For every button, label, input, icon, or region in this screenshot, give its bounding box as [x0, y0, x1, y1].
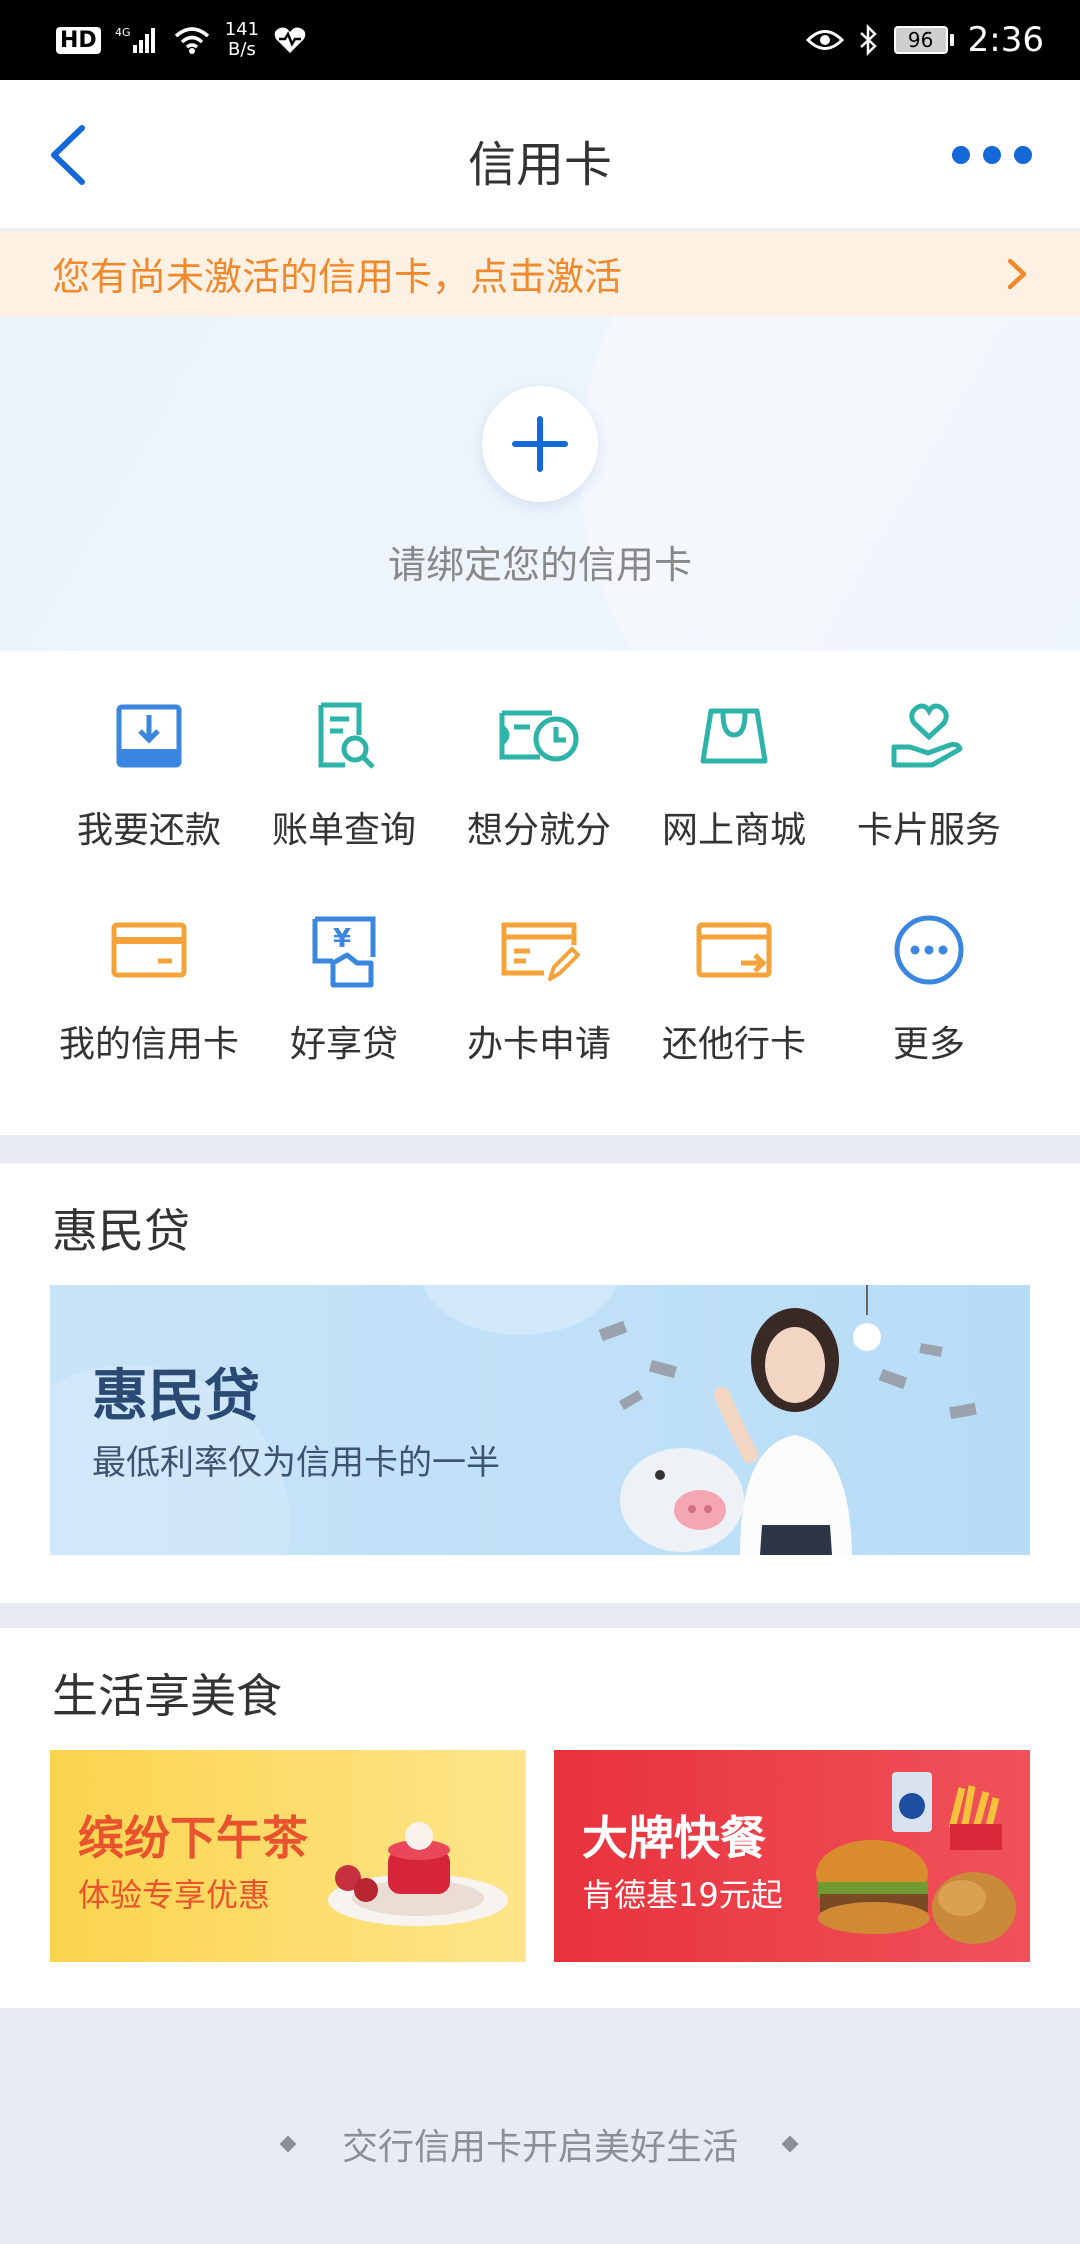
menu-item-apply-card[interactable]: 办卡申请	[441, 905, 637, 1067]
food-card-fast-food[interactable]: 大牌快餐 肯德基19元起	[554, 1750, 1030, 1962]
wifi-icon	[174, 27, 209, 54]
page-title: 信用卡	[467, 137, 612, 193]
footer-slogan: 交行信用卡开启美好生活	[341, 2127, 738, 2168]
signal-icon: 4G	[115, 26, 155, 53]
menu-item-installment[interactable]: 想分就分	[441, 691, 637, 853]
hd-indicator: HD	[56, 26, 101, 54]
menu-item-other-bank[interactable]: 还他行卡	[636, 905, 832, 1067]
clock: 2:36	[967, 20, 1044, 60]
loan-banner[interactable]: 惠民贷 最低利率仅为信用卡的一半	[50, 1285, 1030, 1555]
section-title: 生活享美食	[52, 1669, 282, 1723]
food-section: 生活享美食 缤纷下午茶 体验专享优惠 大牌快餐 肯德基19元起	[0, 1628, 1080, 2008]
dessert-illustration	[328, 1822, 508, 1926]
nav-header: 信用卡	[0, 80, 1080, 230]
menu-item-my-card[interactable]: 我的信用卡	[51, 905, 247, 1067]
eye-comfort-icon	[805, 30, 844, 50]
service-menu: 我要还款 账单查询 想分就分 网上商城 卡片服务 我的信用卡 ¥ 好享贷 办卡申…	[0, 651, 1080, 1135]
bind-card-area: 请绑定您的信用卡	[0, 316, 1080, 651]
repay-icon	[116, 704, 182, 768]
my-card-icon	[111, 922, 187, 978]
battery-icon: 96	[893, 26, 954, 54]
network-speed: 141 B/s	[224, 19, 260, 60]
menu-label: 卡片服务	[856, 810, 1001, 851]
food-card-subtitle: 肯德基19元起	[582, 1876, 783, 1914]
bluetooth-icon	[859, 24, 877, 56]
activation-notice[interactable]: 您有尚未激活的信用卡，点击激活	[0, 231, 1080, 316]
other-bank-card-icon	[696, 922, 772, 978]
food-card-title: 大牌快餐	[582, 1811, 766, 1865]
food-card-row: 缤纷下午茶 体验专享优惠 大牌快餐 肯德基19元起	[50, 1750, 1030, 1962]
menu-item-card-service[interactable]: 卡片服务	[831, 691, 1027, 853]
menu-label: 还他行卡	[661, 1024, 806, 1065]
menu-item-mall[interactable]: 网上商城	[636, 691, 832, 853]
menu-label: 账单查询	[271, 810, 416, 851]
shopping-bag-icon	[700, 708, 768, 764]
svg-text:¥: ¥	[333, 924, 351, 954]
menu-label: 网上商城	[661, 810, 806, 851]
food-card-title: 缤纷下午茶	[78, 1811, 308, 1865]
menu-label: 我的信用卡	[58, 1024, 239, 1065]
menu-item-loan[interactable]: ¥ 好享贷	[246, 905, 442, 1067]
menu-item-more[interactable]: 更多	[831, 905, 1027, 1067]
bill-search-icon	[318, 702, 375, 769]
notice-text: 您有尚未激活的信用卡，点击激活	[52, 255, 623, 299]
burger-illustration	[816, 1772, 1016, 1944]
chevron-right-icon	[1007, 258, 1027, 290]
banner-title: 惠民贷	[92, 1364, 260, 1429]
add-card-button[interactable]	[482, 386, 598, 502]
food-card-afternoon-tea[interactable]: 缤纷下午茶 体验专享优惠	[50, 1750, 526, 1962]
menu-label: 我要还款	[76, 810, 221, 851]
menu-label: 想分就分	[466, 810, 611, 851]
menu-label: 更多	[892, 1024, 965, 1065]
section-title: 惠民贷	[52, 1204, 190, 1258]
more-icon	[894, 915, 964, 985]
loan-icon: ¥	[312, 916, 376, 988]
battery-level: 96	[893, 26, 948, 54]
menu-label: 好享贷	[289, 1024, 398, 1065]
apply-card-icon	[501, 922, 580, 981]
status-bar: HD 4G 141 B/s 96 2:36	[0, 0, 1080, 80]
loan-section: 惠民贷 惠民贷 最低利率仅为信用卡的一半	[0, 1163, 1080, 1603]
more-options-icon[interactable]	[952, 140, 1032, 170]
installment-icon	[499, 710, 579, 762]
network-type: 4G	[115, 26, 131, 39]
menu-item-bill-search[interactable]: 账单查询	[246, 691, 442, 853]
banner-subtitle: 最低利率仅为信用卡的一半	[92, 1443, 500, 1483]
banner-illustration	[598, 1285, 977, 1555]
menu-item-repay[interactable]: 我要还款	[51, 691, 247, 853]
health-icon	[274, 27, 306, 53]
menu-label: 办卡申请	[466, 1024, 611, 1065]
bind-card-label[interactable]: 请绑定您的信用卡	[0, 534, 1080, 589]
food-card-subtitle: 体验专享优惠	[78, 1876, 271, 1914]
card-service-icon	[891, 703, 963, 768]
